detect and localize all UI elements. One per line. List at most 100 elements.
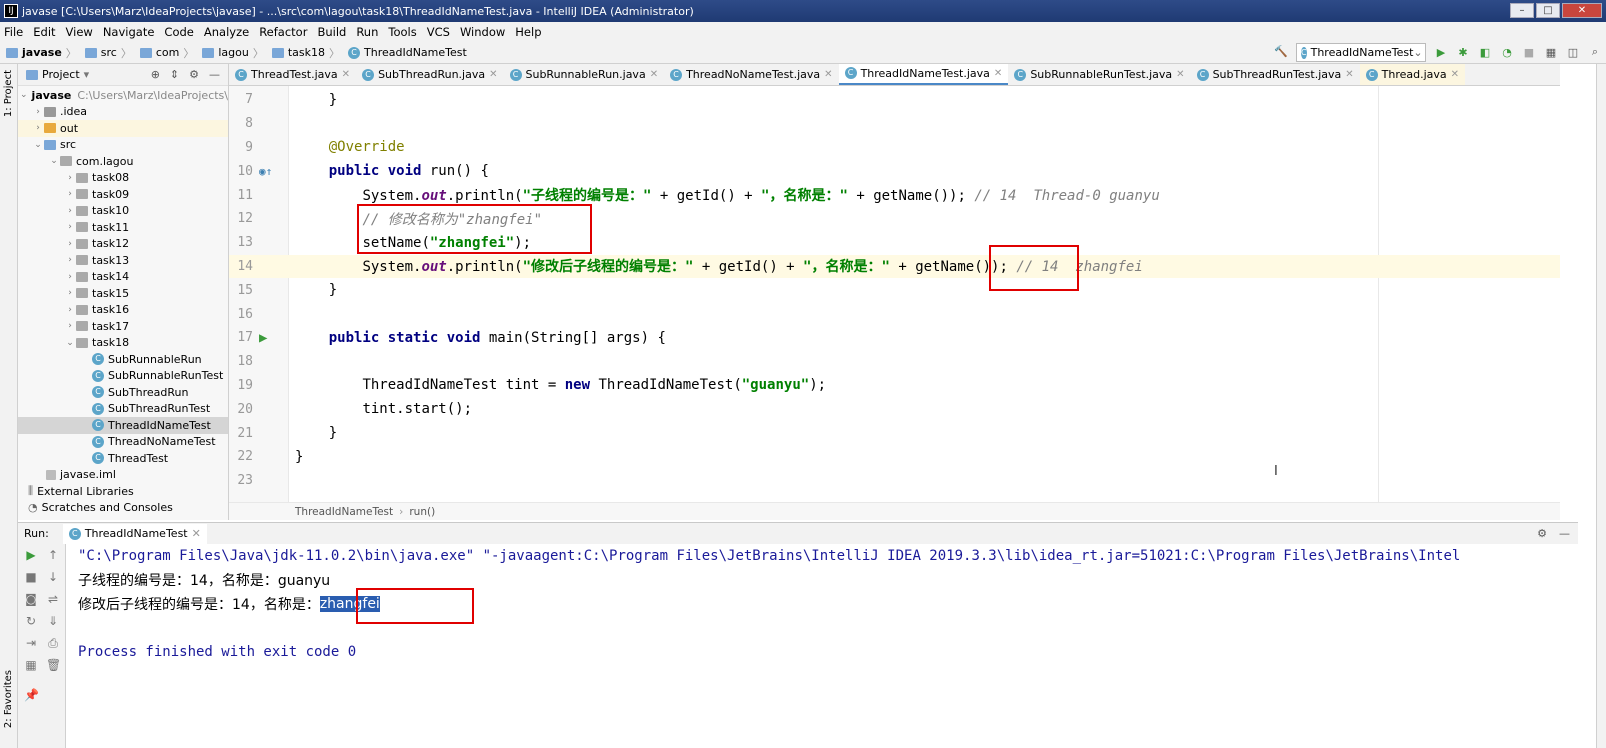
project-tool-button[interactable]: 1: Project xyxy=(3,70,14,117)
menu-navigate[interactable]: Navigate xyxy=(103,25,155,39)
trash-icon[interactable]: 🗑 xyxy=(46,658,61,672)
close-tab-icon[interactable]: ✕ xyxy=(994,68,1002,79)
close-tab-icon[interactable]: ✕ xyxy=(650,69,658,80)
hide-icon[interactable]: — xyxy=(1559,527,1570,540)
gear-icon[interactable]: ⚙ xyxy=(189,68,199,81)
tree-item-task10[interactable]: › task10 xyxy=(18,203,228,220)
tree-item-task13[interactable]: › task13 xyxy=(18,252,228,269)
run-console[interactable]: "C:\Program Files\Java\jdk-11.0.2\bin\ja… xyxy=(66,544,1560,748)
breadcrumb-com[interactable]: com 〉 xyxy=(139,45,199,61)
tree-root-javase[interactable]: ⌄javaseC:\Users\Marz\IdeaProjects\javase xyxy=(18,87,228,104)
run-gutter-icon[interactable]: ▶ xyxy=(259,330,267,346)
profile-icon[interactable]: ◔ xyxy=(1500,45,1514,59)
exit-icon[interactable]: ⇥ xyxy=(24,636,38,650)
scroll-down-icon[interactable]: ↓ xyxy=(46,570,60,584)
menu-code[interactable]: Code xyxy=(164,25,193,39)
tree-item-task12[interactable]: › task12 xyxy=(18,236,228,253)
camera-icon[interactable]: ◙ xyxy=(24,592,38,606)
hide-icon[interactable]: — xyxy=(209,68,220,81)
print-icon[interactable]: ⎙ xyxy=(46,636,60,651)
tab-subrunnablerun[interactable]: C SubRunnableRun.java ✕ xyxy=(504,64,665,85)
tab-threadidnametest[interactable]: C ThreadIdNameTest.java ✕ xyxy=(838,64,1009,85)
build-hammer-icon[interactable]: 🔨 xyxy=(1274,45,1288,58)
close-tab-icon[interactable]: ✕ xyxy=(1176,69,1184,80)
tree-item-src[interactable]: ⌄ src xyxy=(18,137,228,154)
menu-window[interactable]: Window xyxy=(460,25,505,39)
breadcrumb-task18[interactable]: task18 〉 xyxy=(271,45,344,61)
run-tab[interactable]: C ThreadIdNameTest ✕ xyxy=(62,523,207,544)
layout-icon[interactable]: ◫ xyxy=(1566,45,1580,59)
rerun-icon[interactable]: ▶ xyxy=(24,548,38,562)
menu-analyze[interactable]: Analyze xyxy=(204,25,249,39)
scroll-to-end-icon[interactable]: ⇓ xyxy=(46,614,60,628)
pin-icon[interactable]: 📌 xyxy=(24,688,39,702)
menu-refactor[interactable]: Refactor xyxy=(259,25,307,39)
editor-breadcrumb-method[interactable]: run() xyxy=(409,506,435,518)
tree-item-task14[interactable]: › task14 xyxy=(18,269,228,286)
close-tab-icon[interactable]: ✕ xyxy=(192,527,201,540)
breadcrumb-javase[interactable]: javase 〉 xyxy=(6,45,81,61)
menu-edit[interactable]: Edit xyxy=(33,25,55,39)
search-icon[interactable]: ⌕ xyxy=(1588,45,1602,59)
tree-item-class-selected[interactable]: C ThreadIdNameTest xyxy=(18,417,228,434)
close-tab-icon[interactable]: ✕ xyxy=(489,69,497,80)
chevron-down-icon[interactable]: ▾ xyxy=(84,68,90,81)
coverage-icon[interactable]: ◧ xyxy=(1478,45,1492,59)
tree-item-task15[interactable]: › task15 xyxy=(18,285,228,302)
close-tab-icon[interactable]: ✕ xyxy=(342,69,350,80)
tree-item-task17[interactable]: › task17 xyxy=(18,318,228,335)
tab-subthreadruntest[interactable]: C SubThreadRunTest.java ✕ xyxy=(1191,64,1360,85)
tree-item-task16[interactable]: › task16 xyxy=(18,302,228,319)
gear-icon[interactable]: ⚙ xyxy=(1537,527,1547,540)
favorites-tool-button[interactable]: 2: Favorites xyxy=(3,670,14,728)
tree-item-task18[interactable]: ⌄ task18 xyxy=(18,335,228,352)
tree-item-class[interactable]: C ThreadTest xyxy=(18,450,228,467)
project-structure-icon[interactable]: ▦ xyxy=(1544,45,1558,59)
breadcrumb-class[interactable]: C ThreadIdNameTest xyxy=(348,46,467,59)
tree-item-idea[interactable]: › .idea xyxy=(18,104,228,121)
soft-wrap-icon[interactable]: ⇌ xyxy=(46,592,60,606)
menu-help[interactable]: Help xyxy=(515,25,541,39)
tree-item-iml[interactable]: javase.iml xyxy=(18,467,228,484)
tab-threadtest[interactable]: C ThreadTest.java ✕ xyxy=(229,64,356,85)
maximize-icon[interactable]: □ xyxy=(1536,3,1560,18)
tree-item-external-libraries[interactable]: ⫼ External Libraries xyxy=(18,483,228,500)
editor-breadcrumb-class[interactable]: ThreadIdNameTest xyxy=(295,506,393,518)
tab-subrunnableruntest[interactable]: C SubRunnableRunTest.java ✕ xyxy=(1008,64,1190,85)
run-configuration-select[interactable]: C ThreadIdNameTest ⌄ xyxy=(1296,43,1426,62)
code-editor[interactable]: 7 } 8 9 @Override 10 ◉↑ public void run()… xyxy=(229,86,1560,502)
menu-view[interactable]: View xyxy=(66,25,93,39)
tab-thread[interactable]: C Thread.java ✕ xyxy=(1359,64,1466,85)
collapse-all-icon[interactable]: ⇕ xyxy=(170,68,179,81)
tree-item-com-lagou[interactable]: ⌄ com.lagou xyxy=(18,153,228,170)
scroll-up-icon[interactable]: ↑ xyxy=(46,548,60,562)
breadcrumb-lagou[interactable]: lagou 〉 xyxy=(202,45,267,61)
tree-item-scratches[interactable]: ◔ Scratches and Consoles xyxy=(18,500,228,517)
minimize-icon[interactable]: – xyxy=(1510,3,1534,18)
tree-item-class[interactable]: C SubThreadRunTest xyxy=(18,401,228,418)
menu-run[interactable]: Run xyxy=(356,25,378,39)
close-icon[interactable]: ✕ xyxy=(1562,3,1602,18)
tree-item-task08[interactable]: › task08 xyxy=(18,170,228,187)
menu-vcs[interactable]: VCS xyxy=(427,25,450,39)
menu-file[interactable]: File xyxy=(4,25,23,39)
tab-subthreadrun[interactable]: C SubThreadRun.java ✕ xyxy=(356,64,503,85)
close-tab-icon[interactable]: ✕ xyxy=(824,69,832,80)
close-tab-icon[interactable]: ✕ xyxy=(1345,69,1353,80)
menu-tools[interactable]: Tools xyxy=(388,25,416,39)
tree-item-task09[interactable]: › task09 xyxy=(18,186,228,203)
tree-item-class[interactable]: C ThreadNoNameTest xyxy=(18,434,228,451)
tree-item-class[interactable]: C SubRunnableRun xyxy=(18,351,228,368)
tree-item-out[interactable]: › out xyxy=(18,120,228,137)
tab-threadnonametest[interactable]: C ThreadNoNameTest.java ✕ xyxy=(664,64,838,85)
tree-item-task11[interactable]: › task11 xyxy=(18,219,228,236)
close-tab-icon[interactable]: ✕ xyxy=(1451,69,1459,80)
breadcrumb-src[interactable]: src 〉 xyxy=(84,45,136,61)
debug-icon[interactable]: ✱ xyxy=(1456,45,1470,59)
override-marker-icon[interactable]: ◉↑ xyxy=(259,165,272,178)
run-icon[interactable]: ▶ xyxy=(1434,45,1448,59)
project-view-selector[interactable]: Project xyxy=(42,68,80,81)
locate-icon[interactable]: ⊕ xyxy=(151,68,160,81)
tree-item-class[interactable]: C SubThreadRun xyxy=(18,384,228,401)
stop-icon[interactable]: ■ xyxy=(1522,45,1536,59)
